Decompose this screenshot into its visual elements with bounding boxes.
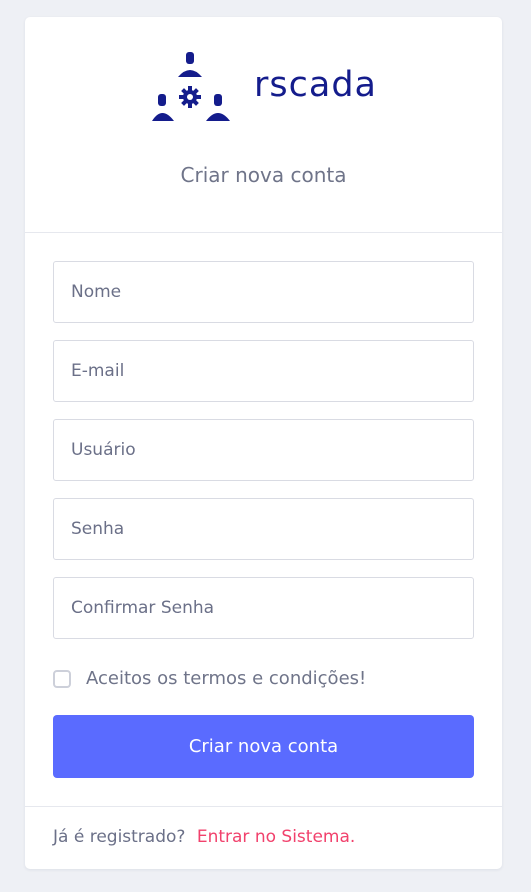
create-account-button[interactable]: Criar nova conta bbox=[53, 715, 474, 778]
login-prompt: Já é registrado? bbox=[53, 827, 186, 847]
username-input[interactable] bbox=[53, 419, 474, 481]
card-header: rscada Criar nova conta bbox=[25, 17, 502, 233]
terms-label[interactable]: Aceitos os termos e condições! bbox=[86, 667, 366, 691]
page-title: Criar nova conta bbox=[180, 163, 347, 187]
name-input[interactable] bbox=[53, 261, 474, 323]
terms-checkbox[interactable] bbox=[53, 670, 71, 688]
register-card: rscada Criar nova conta Aceitos os termo… bbox=[25, 17, 502, 869]
brand-name: rscada bbox=[254, 65, 377, 105]
login-prompt-row: Já é registrado? Entrar no Sistema. bbox=[53, 825, 355, 849]
terms-row: Aceitos os termos e condições! bbox=[53, 667, 366, 691]
password-input[interactable] bbox=[53, 498, 474, 560]
register-form bbox=[53, 261, 474, 656]
login-link[interactable]: Entrar no Sistema. bbox=[197, 827, 355, 847]
card-footer: Já é registrado? Entrar no Sistema. bbox=[25, 806, 502, 870]
confirm-password-input[interactable] bbox=[53, 577, 474, 639]
brand-logo: rscada bbox=[152, 49, 377, 124]
people-gear-icon bbox=[152, 52, 230, 121]
email-input[interactable] bbox=[53, 340, 474, 402]
